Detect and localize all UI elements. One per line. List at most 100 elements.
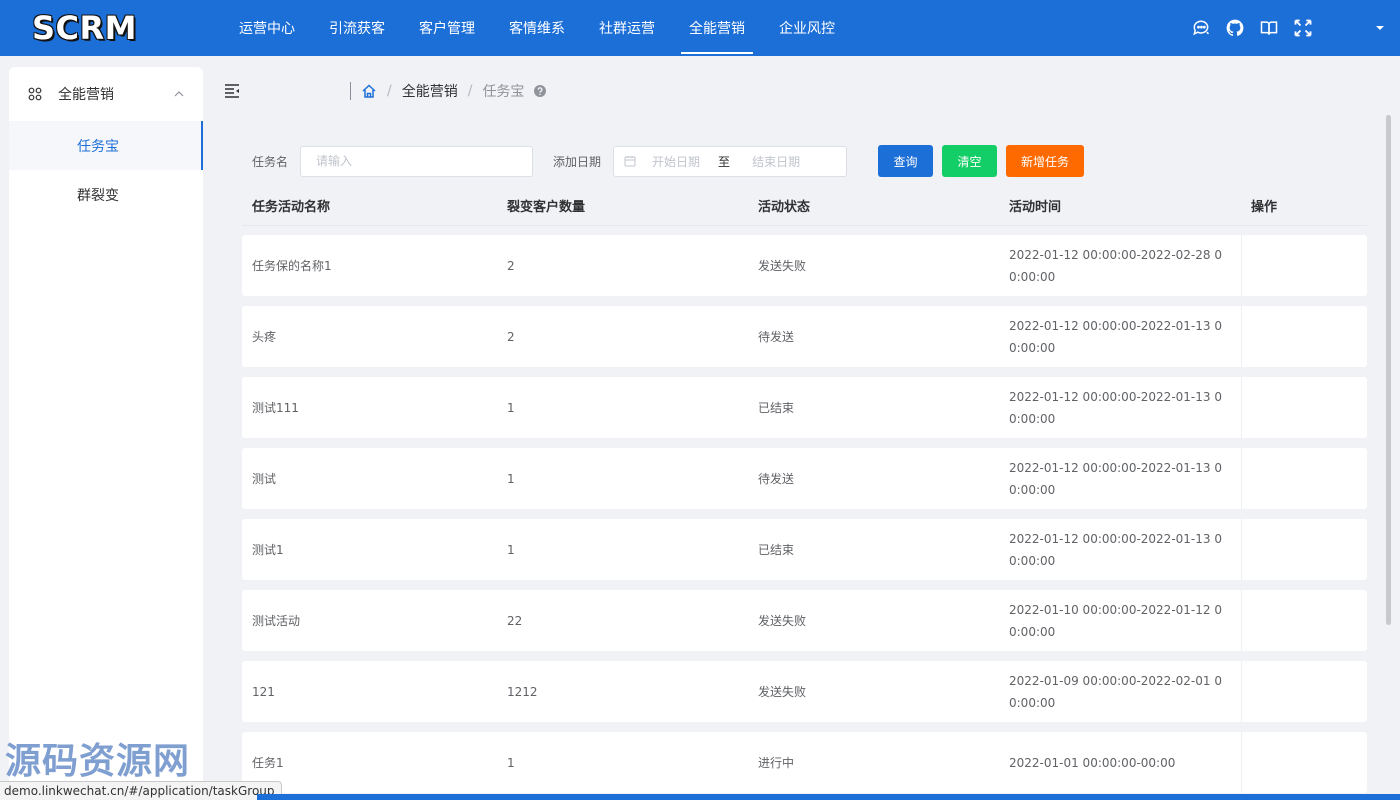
cell-status: 发送失败 bbox=[758, 685, 807, 699]
breadcrumb-item-current: 任务宝 bbox=[482, 84, 525, 100]
cell-status: 发送失败 bbox=[758, 614, 807, 628]
date-range-picker[interactable]: 开始日期 至 结束日期 bbox=[613, 145, 848, 177]
cell-count: 2 bbox=[507, 329, 515, 344]
cell-count: 1 bbox=[507, 755, 515, 770]
cell-name: 测试 bbox=[252, 472, 277, 486]
book-icon[interactable] bbox=[1252, 11, 1286, 45]
question-icon[interactable] bbox=[534, 85, 547, 97]
cell-count: 1212 bbox=[507, 684, 538, 699]
cell-name: 任务保的名称1 bbox=[252, 259, 332, 273]
cell-status: 待发送 bbox=[758, 472, 795, 486]
user-dropdown[interactable] bbox=[1360, 0, 1400, 56]
sidebar-item-task-treasure[interactable]: 任务宝 bbox=[9, 121, 203, 170]
breadcrumb: / 全能营销 / 任务宝 bbox=[222, 78, 822, 104]
menu-toggle-icon[interactable] bbox=[222, 81, 242, 101]
chevron-up-icon bbox=[173, 88, 185, 100]
table-row[interactable]: 测试活动 22 发送失败 2022-01-10 00:00:00-2022-01… bbox=[242, 590, 1367, 651]
task-name-input[interactable] bbox=[316, 154, 518, 168]
apps-icon bbox=[28, 87, 42, 101]
table-row[interactable]: 121 1212 发送失败 2022-01-09 00:00:00-2022-0… bbox=[242, 661, 1367, 722]
header-tools bbox=[1184, 0, 1400, 56]
cell-time: 2022-01-12 00:00:00-2022-01-13 00:00:00 bbox=[1009, 389, 1222, 426]
fullscreen-icon[interactable] bbox=[1286, 11, 1320, 45]
end-date-input[interactable]: 结束日期 bbox=[752, 153, 800, 170]
table-row[interactable]: 测试111 1 已结束 2022-01-12 00:00:00-2022-01-… bbox=[242, 377, 1367, 438]
topnav-item-relationship[interactable]: 客情维系 bbox=[492, 0, 582, 56]
topnav-item-community[interactable]: 社群运营 bbox=[582, 0, 672, 56]
query-button[interactable]: 查询 bbox=[878, 145, 934, 177]
top-header: SCRM 运营中心 引流获客 客户管理 客情维系 社群运营 全能营销 企业风控 bbox=[0, 0, 1400, 56]
topnav-item-acquisition[interactable]: 引流获客 bbox=[312, 0, 402, 56]
sidebar: 全能营销 任务宝 群裂变 bbox=[9, 67, 203, 800]
sidebar-group-label: 全能营销 bbox=[58, 87, 114, 103]
cell-name: 任务1 bbox=[252, 756, 284, 770]
sidebar-group-marketing[interactable]: 全能营销 bbox=[9, 67, 203, 121]
start-date-input[interactable]: 开始日期 bbox=[652, 153, 700, 170]
cell-count: 1 bbox=[507, 542, 515, 557]
breadcrumb-divider bbox=[350, 82, 351, 100]
github-icon[interactable] bbox=[1218, 11, 1252, 45]
cell-time: 2022-01-12 00:00:00-2022-02-28 00:00:00 bbox=[1009, 247, 1222, 284]
cell-status: 发送失败 bbox=[758, 259, 807, 273]
table-row[interactable]: 头疼 2 待发送 2022-01-12 00:00:00-2022-01-13 … bbox=[242, 306, 1367, 367]
sidebar-item-group-fission[interactable]: 群裂变 bbox=[9, 170, 203, 219]
topnav-item-risk-control[interactable]: 企业风控 bbox=[762, 0, 852, 56]
cell-actions bbox=[1241, 235, 1367, 296]
cell-actions bbox=[1241, 306, 1367, 367]
column-header-time: 活动时间 bbox=[1009, 200, 1062, 215]
cell-actions bbox=[1241, 590, 1367, 651]
home-icon[interactable] bbox=[361, 83, 377, 99]
table-row[interactable]: 任务1 1 进行中 2022-01-01 00:00:00-00:00 bbox=[242, 732, 1367, 793]
table-row[interactable]: 测试1 1 已结束 2022-01-12 00:00:00-2022-01-13… bbox=[242, 519, 1367, 580]
cell-status: 已结束 bbox=[758, 401, 795, 415]
topnav-item-marketing[interactable]: 全能营销 bbox=[672, 0, 762, 56]
search-form: 任务名 添加日期 开始日期 至 结束日期 查询 清空 新增任务 bbox=[252, 145, 1085, 177]
cell-time: 2022-01-12 00:00:00-2022-01-13 00:00:00 bbox=[1009, 318, 1222, 355]
cell-count: 2 bbox=[507, 258, 515, 273]
cell-count: 22 bbox=[507, 613, 523, 628]
date-label: 添加日期 bbox=[553, 154, 602, 169]
table-header: 任务活动名称 裂变客户数量 活动状态 活动时间 操作 bbox=[242, 186, 1367, 226]
task-name-label: 任务名 bbox=[252, 154, 289, 169]
cell-time: 2022-01-09 00:00:00-2022-02-01 00:00:00 bbox=[1009, 673, 1222, 710]
logo[interactable]: SCRM bbox=[0, 0, 200, 56]
column-header-name: 任务活动名称 bbox=[252, 200, 331, 215]
logo-text: SCRM bbox=[32, 9, 138, 47]
cell-name: 测试活动 bbox=[252, 614, 301, 628]
watermark: 源码资源网 bbox=[5, 741, 191, 782]
cell-time: 2022-01-12 00:00:00-2022-01-13 00:00:00 bbox=[1009, 460, 1222, 497]
chevron-down-icon bbox=[1376, 26, 1384, 30]
cell-status: 进行中 bbox=[758, 756, 795, 770]
column-header-status: 活动状态 bbox=[758, 200, 811, 215]
column-header-actions: 操作 bbox=[1251, 200, 1278, 215]
cell-count: 1 bbox=[507, 471, 515, 486]
vertical-scrollbar[interactable] bbox=[1386, 115, 1391, 625]
table-row[interactable]: 测试 1 待发送 2022-01-12 00:00:00-2022-01-13 … bbox=[242, 448, 1367, 509]
chat-icon[interactable] bbox=[1184, 11, 1218, 45]
topnav-item-ops-center[interactable]: 运营中心 bbox=[222, 0, 312, 56]
add-task-button[interactable]: 新增任务 bbox=[1006, 145, 1085, 177]
cell-status: 已结束 bbox=[758, 543, 795, 557]
bottom-edge bbox=[257, 794, 1400, 800]
column-header-count: 裂变客户数量 bbox=[507, 200, 586, 215]
top-nav: 运营中心 引流获客 客户管理 客情维系 社群运营 全能营销 企业风控 bbox=[222, 0, 852, 56]
cell-count: 1 bbox=[507, 400, 515, 415]
breadcrumb-item-marketing[interactable]: 全能营销 bbox=[402, 81, 458, 101]
cell-name: 121 bbox=[252, 684, 275, 699]
table-body: 任务保的名称1 2 发送失败 2022-01-12 00:00:00-2022-… bbox=[242, 235, 1367, 800]
cell-name: 头疼 bbox=[252, 330, 277, 344]
cell-status: 待发送 bbox=[758, 330, 795, 344]
cell-name: 测试111 bbox=[252, 401, 299, 415]
clear-button[interactable]: 清空 bbox=[942, 145, 998, 177]
cell-actions bbox=[1241, 732, 1367, 793]
cell-actions bbox=[1241, 519, 1367, 580]
table-row[interactable]: 任务保的名称1 2 发送失败 2022-01-12 00:00:00-2022-… bbox=[242, 235, 1367, 296]
cell-name: 测试1 bbox=[252, 543, 284, 557]
cell-time: 2022-01-12 00:00:00-2022-01-13 00:00:00 bbox=[1009, 531, 1222, 568]
topnav-item-customer[interactable]: 客户管理 bbox=[402, 0, 492, 56]
cell-time: 2022-01-01 00:00:00-00:00 bbox=[1009, 755, 1176, 770]
task-name-field[interactable] bbox=[300, 145, 534, 177]
calendar-icon bbox=[624, 155, 636, 167]
cell-actions bbox=[1241, 448, 1367, 509]
cell-actions bbox=[1241, 661, 1367, 722]
